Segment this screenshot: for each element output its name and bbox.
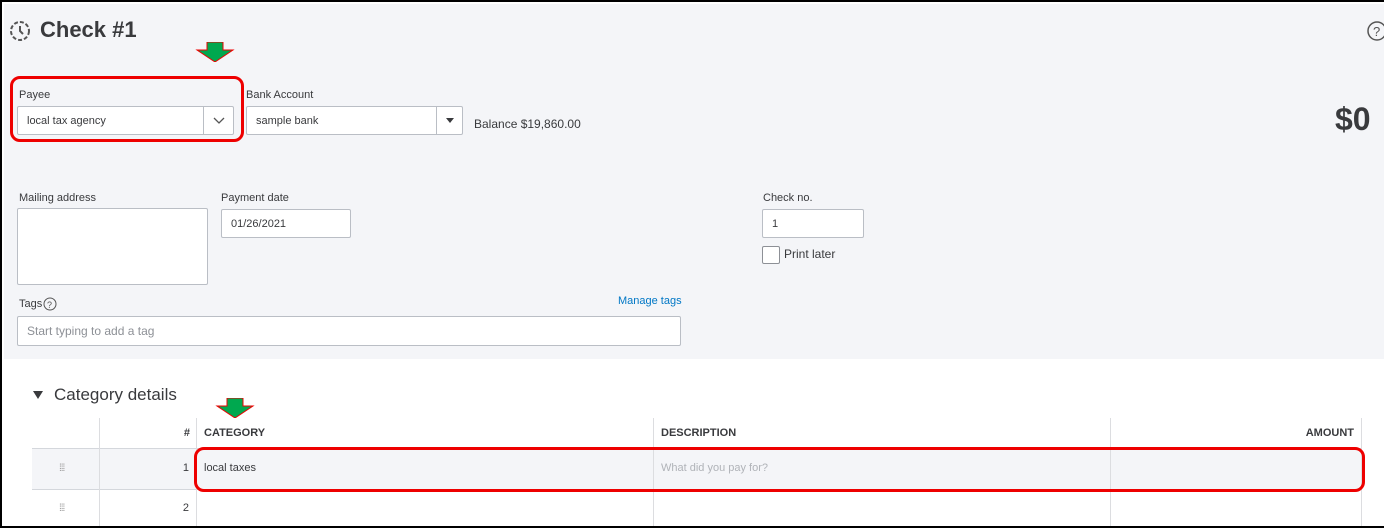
tags-input[interactable]: Start typing to add a tag (17, 316, 681, 346)
question-circle-icon[interactable]: ? (43, 297, 57, 311)
caret-down-icon[interactable] (436, 107, 462, 134)
row-number: 2 (182, 502, 189, 514)
print-later-checkbox[interactable] (762, 246, 780, 264)
payee-select[interactable]: local tax agency (17, 106, 234, 135)
help-icon[interactable]: ? (1366, 20, 1384, 42)
drag-handle-icon[interactable]: ⁞⁞⁞ (59, 463, 65, 474)
drag-handle-icon[interactable]: ⁞⁞⁞ (59, 503, 65, 514)
chevron-down-icon[interactable] (203, 107, 233, 134)
category-cell[interactable] (198, 491, 652, 526)
description-cell[interactable] (655, 491, 1109, 526)
manage-tags-link[interactable]: Manage tags (618, 295, 682, 307)
payment-date-label: Payment date (221, 192, 289, 204)
column-header-description: DESCRIPTION (661, 427, 737, 439)
check-form: Check #1 ? Payee local tax agency Bank A… (0, 0, 1384, 528)
payee-value: local tax agency (27, 114, 106, 127)
green-down-arrow (215, 398, 255, 418)
mailing-address-label: Mailing address (19, 192, 97, 204)
amount-cell[interactable] (1112, 491, 1360, 526)
bank-account-select[interactable]: sample bank (246, 106, 463, 135)
svg-text:?: ? (47, 300, 52, 310)
balance-text: Balance $19,860.00 (474, 117, 581, 131)
history-clock-icon[interactable] (8, 19, 32, 43)
check-no-label: Check no. (763, 192, 813, 204)
triangle-down-icon[interactable] (33, 390, 43, 400)
bank-account-value: sample bank (256, 114, 319, 127)
tags-label: Tags (19, 298, 43, 310)
green-down-arrow (195, 42, 235, 62)
category-row-highlight (194, 447, 1365, 492)
print-later-label: Print later (784, 247, 836, 261)
mailing-address-input[interactable] (17, 208, 208, 285)
check-no-input[interactable]: 1 (762, 209, 864, 238)
category-details-title: Category details (54, 385, 177, 404)
row-number: 1 (182, 462, 189, 474)
column-header-number: # (183, 427, 190, 439)
amount-total: $0 (1335, 101, 1371, 137)
column-header-amount: AMOUNT (1305, 427, 1354, 439)
payee-label: Payee (19, 89, 51, 101)
column-header-category: CATEGORY (204, 427, 266, 439)
bank-account-label: Bank Account (246, 89, 314, 101)
page-title: Check #1 (40, 17, 137, 42)
svg-text:?: ? (1373, 24, 1380, 39)
payment-date-input[interactable]: 01/26/2021 (221, 209, 351, 238)
